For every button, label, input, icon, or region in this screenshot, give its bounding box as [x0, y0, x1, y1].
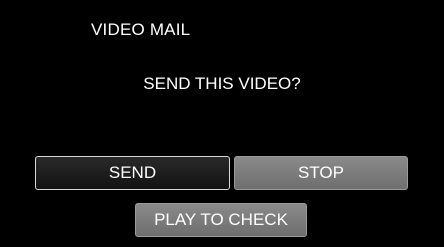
video-mail-screen: VIDEO MAIL SEND THIS VIDEO? SEND STOP PL…	[0, 0, 444, 247]
stop-button-label: STOP	[298, 163, 344, 182]
play-to-check-button[interactable]: PLAY TO CHECK	[135, 203, 307, 237]
play-to-check-button-label: PLAY TO CHECK	[154, 210, 288, 229]
send-button-label: SEND	[108, 163, 157, 182]
confirm-question: SEND THIS VIDEO?	[143, 74, 301, 93]
stop-button[interactable]: STOP	[234, 156, 408, 190]
screen-title: VIDEO MAIL	[91, 20, 191, 39]
send-button[interactable]: SEND	[35, 156, 230, 190]
